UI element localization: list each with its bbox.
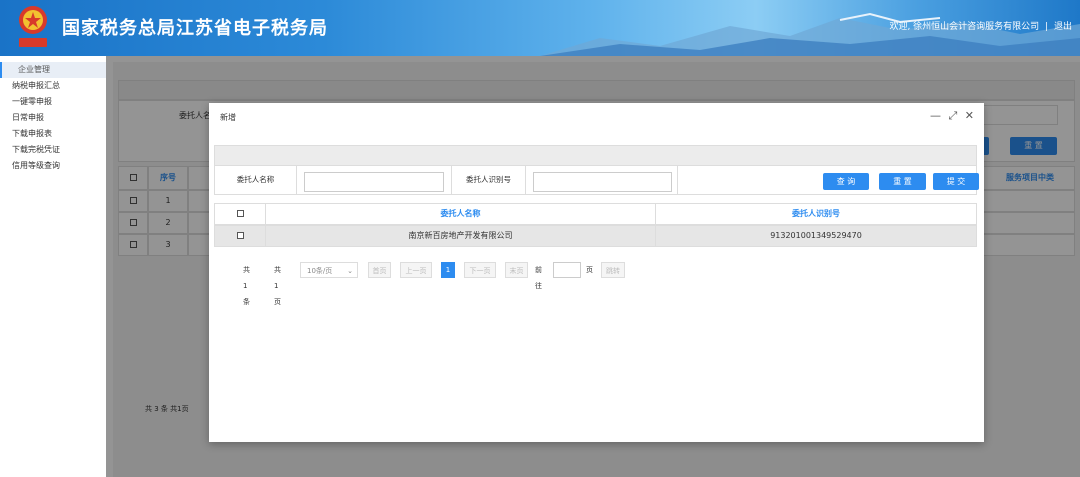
row-checkbox[interactable]: [236, 232, 244, 239]
id-input[interactable]: [533, 172, 672, 192]
sidebar-item-zero-declaration[interactable]: 一键零申报: [0, 94, 106, 110]
goto-label: 前往: [535, 266, 542, 290]
row-id: 913201001349529470: [770, 231, 862, 240]
id-column-header: 委托人识别号: [792, 209, 840, 218]
sidebar-item-tax-summary[interactable]: 纳税申报汇总: [0, 78, 106, 94]
submit-button[interactable]: 提 交: [933, 173, 979, 190]
current-page[interactable]: 1: [441, 262, 455, 278]
row-checkbox-cell[interactable]: [215, 226, 266, 246]
search-form: 委托人名称 委托人识别号 查 询 重 置 提 交: [214, 165, 979, 195]
sidebar: 企业管理 纳税申报汇总 一键零申报 日常申报 下载申报表 下载完税凭证 信用等级…: [0, 62, 106, 477]
form-divider: [677, 166, 678, 194]
jump-button[interactable]: 跳转: [601, 262, 625, 278]
maximize-icon[interactable]: ⤢: [948, 109, 957, 122]
dialog-controls: — ⤢ ✕: [926, 109, 974, 123]
select-all-checkbox[interactable]: [236, 210, 244, 217]
page-size-select[interactable]: 10条/页 ⌄: [300, 262, 358, 278]
row-name: 南京新百房地产开发有限公司: [266, 226, 656, 246]
query-button[interactable]: 查 询: [823, 173, 869, 190]
first-page-button[interactable]: 首页: [368, 262, 391, 278]
sidebar-item-credit-query[interactable]: 信用等级查询: [0, 158, 106, 174]
pager-total: 共 1 条: [243, 266, 250, 306]
great-wall-banner: [540, 12, 1080, 56]
goto-page-input[interactable]: [553, 262, 581, 278]
table-header-row: 委托人名称 委托人识别号: [214, 203, 977, 225]
sidebar-item-download-forms[interactable]: 下载申报表: [0, 126, 106, 142]
sidebar-item-daily-declaration[interactable]: 日常申报: [0, 110, 106, 126]
logout-link[interactable]: 退出: [1054, 22, 1072, 32]
search-band: [214, 145, 977, 165]
site-title: 国家税务总局江苏省电子税务局: [62, 18, 328, 39]
name-input[interactable]: [304, 172, 444, 192]
page-size-value: 10条/页: [307, 267, 333, 275]
sidebar-item-download-certificates[interactable]: 下载完税凭证: [0, 142, 106, 158]
reset-button[interactable]: 重 置: [879, 173, 926, 190]
site-header: 国家税务总局江苏省电子税务局 欢迎, 徐州恒山会计咨询服务有限公司 | 退出: [0, 0, 1080, 56]
last-page-button[interactable]: 末页: [505, 262, 528, 278]
sidebar-item-enterprise-management[interactable]: 企业管理: [0, 62, 106, 78]
prev-page-button[interactable]: 上一页: [400, 262, 432, 278]
select-all-cell[interactable]: [215, 204, 266, 224]
welcome-text: 欢迎, 徐州恒山会计咨询服务有限公司: [889, 22, 1040, 32]
minimize-icon[interactable]: —: [930, 109, 941, 122]
add-dialog: 新增 — ⤢ ✕ 委托人名称 委托人识别号 查 询 重 置 提 交 委托人名称 …: [209, 103, 984, 442]
name-column-header: 委托人名称: [266, 204, 656, 224]
pager-pages: 共1页: [274, 266, 281, 306]
tax-emblem-logo: [19, 6, 47, 47]
close-icon[interactable]: ✕: [965, 109, 974, 122]
dialog-title: 新增: [220, 113, 236, 122]
name-label: 委托人名称: [215, 166, 297, 194]
page-unit: 页: [586, 266, 593, 274]
chevron-down-icon: ⌄: [347, 267, 353, 275]
header-separator: |: [1045, 22, 1049, 32]
next-page-button[interactable]: 下一页: [464, 262, 496, 278]
id-label: 委托人识别号: [451, 166, 526, 194]
header-user-area: 欢迎, 徐州恒山会计咨询服务有限公司 | 退出: [886, 19, 1072, 32]
table-row[interactable]: 南京新百房地产开发有限公司 913201001349529470: [214, 225, 977, 247]
